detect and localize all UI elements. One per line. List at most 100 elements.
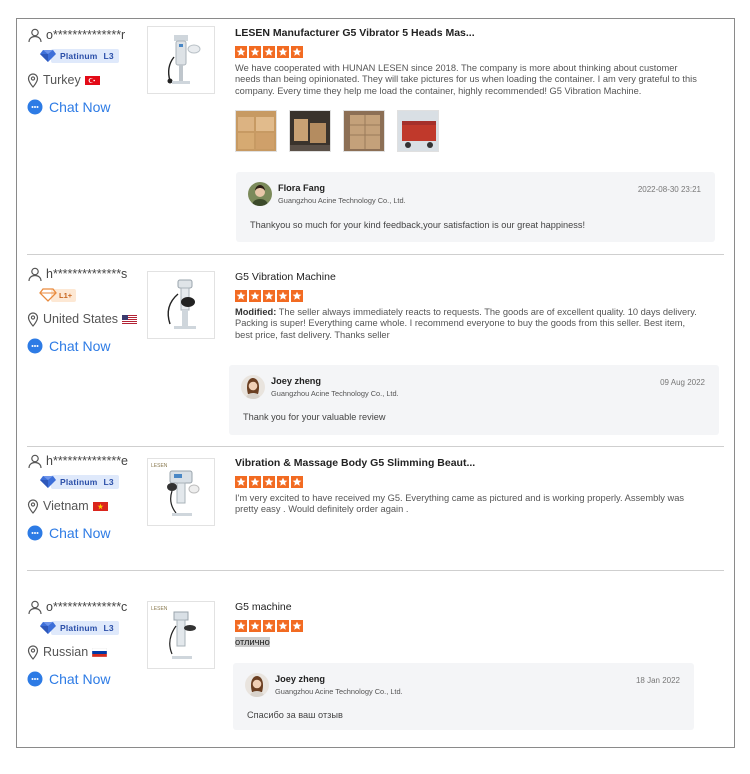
reply-text: Thankyou so much for your kind feedback,… <box>250 220 586 230</box>
reply-company: Guangzhou Acine Technology Co., Ltd. <box>275 687 403 696</box>
rating-stars <box>235 620 715 632</box>
rating-stars <box>235 290 715 302</box>
chat-now-button[interactable]: Chat Now <box>27 338 147 354</box>
review-text: Modified: The seller always immediately … <box>235 307 697 340</box>
badge-level: L3 <box>103 623 114 633</box>
buyer-info: o**************c Platinum L3 Russian Chat… <box>27 598 147 687</box>
star-icon <box>235 46 247 58</box>
badge-label: Platinum <box>60 623 98 633</box>
diamond-icon <box>40 622 56 634</box>
g5-machine-image <box>167 279 196 329</box>
buyer-name: o**************c <box>27 598 147 616</box>
reply-company: Guangzhou Acine Technology Co., Ltd. <box>271 389 399 398</box>
buyer-level-badge: Platinum L3 <box>39 474 119 490</box>
review-text: I'm very excited to have received my G5.… <box>235 493 685 515</box>
review-divider <box>27 254 724 255</box>
user-icon <box>28 267 42 282</box>
us-flag-icon <box>122 314 138 324</box>
review-photo[interactable] <box>397 110 439 153</box>
review-content: Vibration & Massage Body G5 Slimming Bea… <box>235 457 715 516</box>
star-icon <box>249 290 261 302</box>
review-text: We have cooperated with HUNAN LESEN sinc… <box>235 63 697 96</box>
review-text: отлично <box>235 637 270 647</box>
review-photo[interactable] <box>343 110 385 153</box>
chat-now-button[interactable]: Chat Now <box>27 525 147 541</box>
star-icon <box>249 476 261 488</box>
reviews-panel: o**************r Platinum L3 Turkey Chat … <box>16 18 735 748</box>
star-icon <box>291 46 303 58</box>
review-photos <box>235 110 715 153</box>
buyer-country: United States <box>27 310 147 328</box>
seller-reply: Joey zheng Guangzhou Acine Technology Co… <box>229 365 719 435</box>
vietnam-flag-icon <box>92 501 108 511</box>
review-photo[interactable] <box>289 110 331 153</box>
seller-reply: Joey zheng Guangzhou Acine Technology Co… <box>233 663 694 730</box>
diamond-icon <box>40 476 56 488</box>
badge-level: L3 <box>103 51 114 61</box>
chat-now-button[interactable]: Chat Now <box>27 671 147 687</box>
star-icon <box>291 476 303 488</box>
product-title[interactable]: LESEN Manufacturer G5 Vibrator 5 Heads M… <box>235 27 715 39</box>
buyer-country: Vietnam <box>27 497 147 515</box>
product-thumbnail[interactable]: LESEN <box>147 601 215 669</box>
chat-bubble-icon <box>27 525 43 541</box>
location-pin-icon <box>27 311 39 327</box>
buyer-name: o**************r <box>27 26 147 44</box>
star-icon <box>235 476 247 488</box>
seller-reply: Flora Fang Guangzhou Acine Technology Co… <box>236 172 715 242</box>
buyer-name: h**************e <box>27 452 147 470</box>
buyer-info: h**************e Platinum L3 Vietnam Chat… <box>27 452 147 541</box>
chat-bubble-icon <box>27 338 43 354</box>
g5-machine-image: LESEN <box>151 606 196 659</box>
star-icon <box>291 290 303 302</box>
chat-bubble-icon <box>27 99 43 115</box>
review-divider <box>27 570 724 571</box>
product-title[interactable]: G5 machine <box>235 601 715 613</box>
g5-machine-image <box>167 35 201 84</box>
location-pin-icon <box>27 498 39 514</box>
location-pin-icon <box>27 72 39 88</box>
product-thumbnail[interactable]: LESEN <box>147 458 215 526</box>
badge-level: L3 <box>103 477 114 487</box>
diamond-icon <box>39 288 57 302</box>
buyer-info: o**************r Platinum L3 Turkey Chat … <box>27 26 147 115</box>
star-icon <box>235 290 247 302</box>
reply-text: Thank you for your valuable review <box>243 412 386 422</box>
modified-label: Modified: <box>235 307 277 317</box>
avatar <box>245 673 269 697</box>
rating-stars <box>235 476 715 488</box>
star-icon <box>249 620 261 632</box>
product-thumbnail[interactable] <box>147 26 215 94</box>
avatar <box>241 375 265 399</box>
badge-label: Platinum <box>60 477 98 487</box>
reply-author: Joey zheng <box>275 674 326 684</box>
product-title[interactable]: G5 Vibration Machine <box>235 271 715 283</box>
user-icon <box>28 454 42 469</box>
star-icon <box>263 46 275 58</box>
product-title[interactable]: Vibration & Massage Body G5 Slimming Bea… <box>235 457 715 469</box>
review-content: LESEN Manufacturer G5 Vibrator 5 Heads M… <box>235 27 715 153</box>
buyer-level-badge: Platinum L3 <box>39 620 119 636</box>
russia-flag-icon <box>92 647 108 657</box>
diamond-icon <box>40 50 56 62</box>
reply-date: 09 Aug 2022 <box>660 378 705 387</box>
reply-company: Guangzhou Acine Technology Co., Ltd. <box>278 196 406 205</box>
svg-text:LESEN: LESEN <box>151 606 168 612</box>
star-icon <box>249 46 261 58</box>
reply-author: Flora Fang <box>278 183 325 193</box>
buyer-name: h**************s <box>27 265 147 283</box>
star-icon <box>263 620 275 632</box>
review-photo[interactable] <box>235 110 277 153</box>
rating-stars <box>235 46 715 58</box>
product-thumbnail[interactable] <box>147 271 215 339</box>
star-icon <box>235 620 247 632</box>
reply-text: Спасибо за ваш отзыв <box>247 710 343 720</box>
reply-date: 18 Jan 2022 <box>635 676 680 685</box>
star-icon <box>277 476 289 488</box>
review-divider <box>27 446 724 447</box>
chat-now-button[interactable]: Chat Now <box>27 99 147 115</box>
chat-bubble-icon <box>27 671 43 687</box>
badge-label: Platinum <box>60 51 98 61</box>
star-icon <box>263 290 275 302</box>
buyer-country: Turkey <box>27 71 147 89</box>
